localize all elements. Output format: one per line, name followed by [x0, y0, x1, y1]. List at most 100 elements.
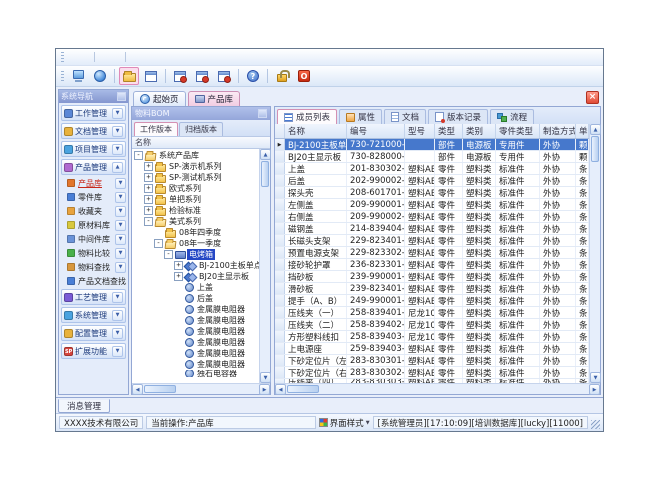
scroll-left-icon[interactable]: ◀: [132, 384, 143, 395]
tree-node[interactable]: + 欧式系列: [132, 183, 259, 194]
tree-node[interactable]: - 08年一季度: [132, 238, 259, 249]
tree-node[interactable]: 金属膜电阻器: [132, 348, 259, 359]
tree-node[interactable]: 金属膜电阻器: [132, 315, 259, 326]
chevron-icon[interactable]: [112, 310, 123, 321]
chevron-icon[interactable]: [112, 292, 123, 303]
table-row[interactable]: 上电源座 259-839403-00I 塑料ABS 零件 塑料类 标准件 外协 …: [275, 343, 589, 355]
sidebar-entry[interactable]: 产品文档查找: [61, 275, 126, 287]
scroll-thumb[interactable]: [287, 385, 319, 393]
member-tab[interactable]: 属性: [339, 109, 382, 124]
chevron-icon[interactable]: [115, 206, 126, 217]
table-row[interactable]: 预置电源支架 229-823302-00I 塑料ABS 零件 塑料类 标准件 外…: [275, 247, 589, 259]
tree-node[interactable]: 金属膜电阻器: [132, 337, 259, 348]
scroll-thumb[interactable]: [591, 136, 599, 162]
chevron-icon[interactable]: [115, 220, 126, 231]
tree-node[interactable]: 08年四季度: [132, 227, 259, 238]
tree-column-header[interactable]: 名称: [132, 136, 270, 149]
tree-expander-icon[interactable]: +: [144, 162, 153, 171]
table-row[interactable]: 探头壳 208-601701-01I 塑料ABS 零件 塑料类 标准件 外协 条: [275, 187, 589, 199]
table-row[interactable]: 提手（A、B） 249-990001-01I 塑料ABS 零件 塑料类 标准件 …: [275, 295, 589, 307]
scroll-left-icon[interactable]: ◀: [275, 384, 286, 395]
member-tab[interactable]: 成员列表: [277, 109, 337, 124]
tree-vertical-scrollbar[interactable]: ▲ ▼: [259, 149, 270, 383]
chevron-icon[interactable]: [112, 108, 123, 119]
sidebar-entry[interactable]: 文档管理: [61, 123, 126, 139]
sidebar-entry[interactable]: 零件库: [61, 191, 126, 203]
column-header[interactable]: 制造方式: [540, 124, 576, 138]
table-row[interactable]: BJ20主显示板 730-828000-04I 部件 电源板 专用件 外协 颗: [275, 151, 589, 163]
chevron-icon[interactable]: [112, 126, 123, 137]
toolbar-button[interactable]: [272, 67, 292, 85]
scroll-right-icon[interactable]: ▶: [259, 384, 270, 395]
version-tab[interactable]: 归档版本: [179, 122, 223, 136]
drag-grip[interactable]: [61, 52, 64, 63]
chevron-icon[interactable]: [115, 262, 126, 273]
scroll-down-icon[interactable]: ▼: [590, 372, 601, 383]
member-tab[interactable]: 版本记录: [428, 109, 488, 124]
tree-expander-icon[interactable]: +: [174, 272, 183, 281]
ui-style-dropdown[interactable]: 界面样式: [319, 417, 370, 429]
menu-item[interactable]: [129, 56, 141, 58]
toolbar-button[interactable]: [214, 67, 234, 85]
toolbar-button[interactable]: [170, 67, 190, 85]
member-tab[interactable]: 流程: [490, 109, 534, 124]
document-tab[interactable]: 产品库: [188, 91, 241, 106]
sidebar-entry[interactable]: 收藏夹: [61, 205, 126, 217]
table-row[interactable]: BJ-2100主板单点 730-721000-12I 部件 电源板 专用件 外协…: [275, 139, 589, 151]
toolbar-button[interactable]: [68, 67, 88, 85]
message-tab[interactable]: 消息管理: [58, 399, 110, 413]
scroll-up-icon[interactable]: ▲: [260, 149, 271, 160]
tree-node[interactable]: + 检验标准: [132, 205, 259, 216]
chevron-icon[interactable]: [112, 346, 123, 357]
resize-grip[interactable]: [591, 420, 600, 429]
scroll-thumb[interactable]: [261, 161, 269, 187]
sidebar-entry[interactable]: 物料比较: [61, 247, 126, 259]
column-header[interactable]: 单位: [576, 124, 589, 138]
column-header[interactable]: 名称: [285, 124, 347, 138]
chevron-icon[interactable]: [112, 328, 123, 339]
sidebar-entry[interactable]: 原材料库: [61, 219, 126, 231]
column-header[interactable]: 编号: [347, 124, 405, 138]
menu-item[interactable]: [67, 56, 79, 58]
tree-expander-icon[interactable]: +: [144, 195, 153, 204]
scroll-right-icon[interactable]: ▶: [589, 384, 600, 395]
document-tab[interactable]: 起始页: [133, 91, 186, 106]
chevron-icon[interactable]: [115, 234, 126, 245]
toolbar-button[interactable]: [294, 67, 314, 85]
tree-expander-icon[interactable]: -: [164, 250, 173, 259]
tree-expander-icon[interactable]: +: [144, 173, 153, 182]
table-vertical-scrollbar[interactable]: ▲ ▼: [589, 124, 600, 383]
tree-node[interactable]: + SP-演示机系列: [132, 161, 259, 172]
table-row[interactable]: 下砂定位片（左） 283-830301-00I 塑料ABS 零件 塑料类 标准件…: [275, 355, 589, 367]
tree-node[interactable]: + BJ-2100主板单点: [132, 260, 259, 271]
tree-node[interactable]: - 美式系列: [132, 216, 259, 227]
tree-node[interactable]: 金属膜电阻器: [132, 359, 259, 370]
table-row[interactable]: 右侧盖 209-990002-01I 塑料ABS 零件 塑料类 标准件 外协 条: [275, 211, 589, 223]
bom-pin-icon[interactable]: [258, 109, 267, 118]
column-header[interactable]: 零件类型: [496, 124, 540, 138]
toolbar-button[interactable]: [90, 67, 110, 85]
sidebar-entry[interactable]: SP 扩展功能: [61, 343, 126, 359]
scroll-up-icon[interactable]: ▲: [590, 124, 601, 135]
table-row[interactable]: 压线夹（一） 258-839401-00I 尼龙1010 零件 塑料类 标准件 …: [275, 307, 589, 319]
chevron-icon[interactable]: [112, 144, 123, 155]
toolbar-button[interactable]: [119, 67, 139, 85]
tree-node[interactable]: - 系统产品库: [132, 150, 259, 161]
tree-node[interactable]: 金属膜电阻器: [132, 326, 259, 337]
sidebar-pin-icon[interactable]: [117, 92, 126, 101]
table-horizontal-scrollbar[interactable]: ◀ ▶: [275, 383, 600, 394]
sidebar-entry[interactable]: 配置管理: [61, 325, 126, 341]
close-tab-icon[interactable]: [586, 91, 599, 104]
chevron-icon[interactable]: [112, 162, 123, 173]
tree-expander-icon[interactable]: +: [174, 261, 183, 270]
table-row[interactable]: 后盖 202-990002-01I 塑料ABS 零件 塑料类 标准件 外协 条: [275, 175, 589, 187]
table-row[interactable]: 方形塑料线扣 258-839403-00I 尼龙1010 零件 塑料类 标准件 …: [275, 331, 589, 343]
tree-node[interactable]: 金属膜电阻器: [132, 304, 259, 315]
tree-node[interactable]: 后盖: [132, 293, 259, 304]
menu-item[interactable]: [79, 56, 91, 58]
table-row[interactable]: 左侧盖 209-990001-01I 塑料ABS 零件 塑料类 标准件 外协 条: [275, 199, 589, 211]
version-tab[interactable]: 工作版本: [134, 122, 178, 136]
toolbar-button[interactable]: [141, 67, 161, 85]
tree-node[interactable]: + BJ20主显示板: [132, 271, 259, 282]
table-row[interactable]: 接砂轮护罩 236-823301-00I 塑料ABS 零件 塑料类 标准件 外协…: [275, 259, 589, 271]
